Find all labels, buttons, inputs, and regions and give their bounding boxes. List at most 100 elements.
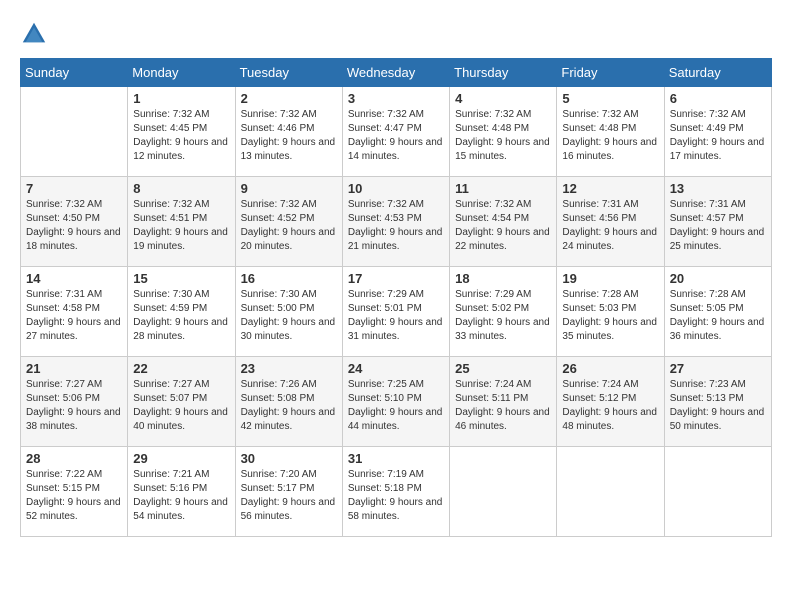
day-info: Sunrise: 7:32 AMSunset: 4:49 PMDaylight:… (670, 108, 766, 164)
day-info: Sunrise: 7:32 AMSunset: 4:52 PMDaylight:… (241, 198, 337, 254)
day-number: 27 (670, 361, 766, 376)
day-number: 9 (241, 181, 337, 196)
day-number: 24 (348, 361, 444, 376)
calendar-cell: 21 Sunrise: 7:27 AMSunset: 5:06 PMDaylig… (21, 357, 128, 447)
calendar-cell: 25 Sunrise: 7:24 AMSunset: 5:11 PMDaylig… (450, 357, 557, 447)
day-info: Sunrise: 7:29 AMSunset: 5:02 PMDaylight:… (455, 288, 551, 344)
day-number: 3 (348, 91, 444, 106)
header-thursday: Thursday (450, 59, 557, 87)
calendar-cell: 15 Sunrise: 7:30 AMSunset: 4:59 PMDaylig… (128, 267, 235, 357)
day-number: 6 (670, 91, 766, 106)
day-number: 28 (26, 451, 122, 466)
day-number: 16 (241, 271, 337, 286)
day-info: Sunrise: 7:23 AMSunset: 5:13 PMDaylight:… (670, 378, 766, 434)
day-info: Sunrise: 7:24 AMSunset: 5:11 PMDaylight:… (455, 378, 551, 434)
calendar-cell: 29 Sunrise: 7:21 AMSunset: 5:16 PMDaylig… (128, 447, 235, 537)
calendar-week-row: 1 Sunrise: 7:32 AMSunset: 4:45 PMDayligh… (21, 87, 772, 177)
calendar-cell: 14 Sunrise: 7:31 AMSunset: 4:58 PMDaylig… (21, 267, 128, 357)
day-info: Sunrise: 7:28 AMSunset: 5:05 PMDaylight:… (670, 288, 766, 344)
calendar-cell: 9 Sunrise: 7:32 AMSunset: 4:52 PMDayligh… (235, 177, 342, 267)
calendar-cell (21, 87, 128, 177)
day-info: Sunrise: 7:19 AMSunset: 5:18 PMDaylight:… (348, 468, 444, 524)
logo-icon (20, 20, 48, 48)
day-number: 8 (133, 181, 229, 196)
day-info: Sunrise: 7:32 AMSunset: 4:47 PMDaylight:… (348, 108, 444, 164)
calendar-cell: 7 Sunrise: 7:32 AMSunset: 4:50 PMDayligh… (21, 177, 128, 267)
calendar-cell: 8 Sunrise: 7:32 AMSunset: 4:51 PMDayligh… (128, 177, 235, 267)
day-info: Sunrise: 7:20 AMSunset: 5:17 PMDaylight:… (241, 468, 337, 524)
header-wednesday: Wednesday (342, 59, 449, 87)
day-info: Sunrise: 7:27 AMSunset: 5:07 PMDaylight:… (133, 378, 229, 434)
day-number: 11 (455, 181, 551, 196)
day-info: Sunrise: 7:21 AMSunset: 5:16 PMDaylight:… (133, 468, 229, 524)
header-monday: Monday (128, 59, 235, 87)
calendar-cell: 17 Sunrise: 7:29 AMSunset: 5:01 PMDaylig… (342, 267, 449, 357)
day-info: Sunrise: 7:31 AMSunset: 4:57 PMDaylight:… (670, 198, 766, 254)
calendar-cell (450, 447, 557, 537)
calendar-header-row: SundayMondayTuesdayWednesdayThursdayFrid… (21, 59, 772, 87)
day-number: 18 (455, 271, 551, 286)
day-number: 13 (670, 181, 766, 196)
calendar-table: SundayMondayTuesdayWednesdayThursdayFrid… (20, 58, 772, 537)
day-info: Sunrise: 7:32 AMSunset: 4:50 PMDaylight:… (26, 198, 122, 254)
page-header (20, 20, 772, 48)
day-info: Sunrise: 7:25 AMSunset: 5:10 PMDaylight:… (348, 378, 444, 434)
calendar-cell: 10 Sunrise: 7:32 AMSunset: 4:53 PMDaylig… (342, 177, 449, 267)
calendar-cell: 18 Sunrise: 7:29 AMSunset: 5:02 PMDaylig… (450, 267, 557, 357)
day-info: Sunrise: 7:24 AMSunset: 5:12 PMDaylight:… (562, 378, 658, 434)
day-number: 12 (562, 181, 658, 196)
header-tuesday: Tuesday (235, 59, 342, 87)
day-info: Sunrise: 7:31 AMSunset: 4:56 PMDaylight:… (562, 198, 658, 254)
calendar-cell: 28 Sunrise: 7:22 AMSunset: 5:15 PMDaylig… (21, 447, 128, 537)
calendar-cell: 13 Sunrise: 7:31 AMSunset: 4:57 PMDaylig… (664, 177, 771, 267)
day-number: 7 (26, 181, 122, 196)
day-info: Sunrise: 7:29 AMSunset: 5:01 PMDaylight:… (348, 288, 444, 344)
day-number: 17 (348, 271, 444, 286)
day-number: 1 (133, 91, 229, 106)
calendar-cell: 23 Sunrise: 7:26 AMSunset: 5:08 PMDaylig… (235, 357, 342, 447)
day-info: Sunrise: 7:32 AMSunset: 4:48 PMDaylight:… (455, 108, 551, 164)
day-info: Sunrise: 7:26 AMSunset: 5:08 PMDaylight:… (241, 378, 337, 434)
day-number: 30 (241, 451, 337, 466)
day-info: Sunrise: 7:30 AMSunset: 4:59 PMDaylight:… (133, 288, 229, 344)
calendar-cell: 1 Sunrise: 7:32 AMSunset: 4:45 PMDayligh… (128, 87, 235, 177)
calendar-cell: 19 Sunrise: 7:28 AMSunset: 5:03 PMDaylig… (557, 267, 664, 357)
calendar-cell (557, 447, 664, 537)
calendar-cell: 5 Sunrise: 7:32 AMSunset: 4:48 PMDayligh… (557, 87, 664, 177)
day-info: Sunrise: 7:32 AMSunset: 4:45 PMDaylight:… (133, 108, 229, 164)
calendar-cell: 27 Sunrise: 7:23 AMSunset: 5:13 PMDaylig… (664, 357, 771, 447)
calendar-cell: 12 Sunrise: 7:31 AMSunset: 4:56 PMDaylig… (557, 177, 664, 267)
calendar-cell: 3 Sunrise: 7:32 AMSunset: 4:47 PMDayligh… (342, 87, 449, 177)
calendar-week-row: 21 Sunrise: 7:27 AMSunset: 5:06 PMDaylig… (21, 357, 772, 447)
day-info: Sunrise: 7:32 AMSunset: 4:46 PMDaylight:… (241, 108, 337, 164)
day-number: 25 (455, 361, 551, 376)
day-number: 21 (26, 361, 122, 376)
day-info: Sunrise: 7:32 AMSunset: 4:53 PMDaylight:… (348, 198, 444, 254)
header-sunday: Sunday (21, 59, 128, 87)
day-info: Sunrise: 7:28 AMSunset: 5:03 PMDaylight:… (562, 288, 658, 344)
calendar-cell: 24 Sunrise: 7:25 AMSunset: 5:10 PMDaylig… (342, 357, 449, 447)
day-number: 4 (455, 91, 551, 106)
calendar-cell: 22 Sunrise: 7:27 AMSunset: 5:07 PMDaylig… (128, 357, 235, 447)
calendar-cell: 2 Sunrise: 7:32 AMSunset: 4:46 PMDayligh… (235, 87, 342, 177)
day-info: Sunrise: 7:32 AMSunset: 4:51 PMDaylight:… (133, 198, 229, 254)
day-number: 22 (133, 361, 229, 376)
calendar-cell: 30 Sunrise: 7:20 AMSunset: 5:17 PMDaylig… (235, 447, 342, 537)
day-number: 31 (348, 451, 444, 466)
day-info: Sunrise: 7:30 AMSunset: 5:00 PMDaylight:… (241, 288, 337, 344)
calendar-cell: 26 Sunrise: 7:24 AMSunset: 5:12 PMDaylig… (557, 357, 664, 447)
day-info: Sunrise: 7:31 AMSunset: 4:58 PMDaylight:… (26, 288, 122, 344)
logo (20, 20, 50, 48)
header-friday: Friday (557, 59, 664, 87)
day-number: 26 (562, 361, 658, 376)
day-info: Sunrise: 7:22 AMSunset: 5:15 PMDaylight:… (26, 468, 122, 524)
day-number: 5 (562, 91, 658, 106)
calendar-cell: 20 Sunrise: 7:28 AMSunset: 5:05 PMDaylig… (664, 267, 771, 357)
day-info: Sunrise: 7:27 AMSunset: 5:06 PMDaylight:… (26, 378, 122, 434)
calendar-week-row: 7 Sunrise: 7:32 AMSunset: 4:50 PMDayligh… (21, 177, 772, 267)
calendar-cell: 4 Sunrise: 7:32 AMSunset: 4:48 PMDayligh… (450, 87, 557, 177)
calendar-cell (664, 447, 771, 537)
day-number: 10 (348, 181, 444, 196)
day-info: Sunrise: 7:32 AMSunset: 4:48 PMDaylight:… (562, 108, 658, 164)
day-number: 15 (133, 271, 229, 286)
